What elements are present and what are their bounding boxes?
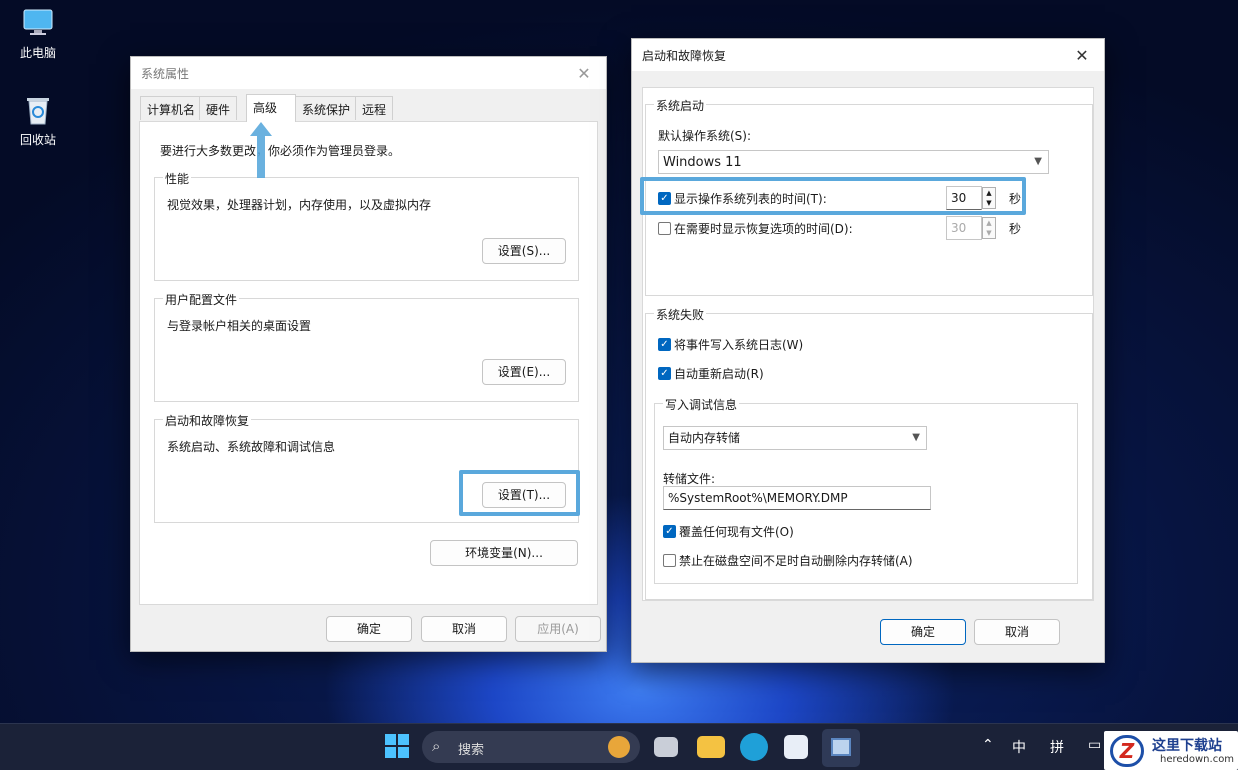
group-description: 与登录帐户相关的桌面设置 (167, 319, 312, 333)
watermark: Z 这里下载站 heredown.com (1104, 731, 1238, 770)
tab-computer-name[interactable]: 计算机名 (140, 96, 203, 120)
windows-logo-icon (385, 734, 409, 758)
close-icon[interactable]: ✕ (1070, 46, 1094, 65)
apply-button[interactable]: 应用(A) (515, 616, 601, 642)
system-properties-dialog: 系统属性 ✕ 计算机名 硬件 高级 系统保护 远程 要进行大多数更改，你必须作为… (130, 56, 607, 652)
dialog-title: 启动和故障恢复 (642, 48, 727, 63)
task-view-icon[interactable] (654, 737, 678, 757)
chevron-up-icon[interactable]: ⌃ (982, 737, 994, 753)
search-icon: ⌕ (432, 737, 441, 755)
performance-settings-button[interactable]: 设置(S)... (482, 238, 566, 264)
arrow-up-annotation (250, 122, 272, 178)
monitor-icon (831, 738, 851, 756)
seconds-unit: 秒 (1009, 222, 1022, 236)
show-recovery-seconds-input[interactable]: 30 (946, 216, 982, 240)
overwrite-checkbox[interactable]: ✓ (663, 525, 676, 538)
show-recovery-checkbox[interactable] (658, 222, 671, 235)
debug-info-group: 写入调试信息 自动内存转储 ▼ 转储文件: %SystemRoot%\MEMOR… (654, 396, 1078, 584)
recycle-bin-icon (22, 95, 54, 125)
ime-pinyin-indicator[interactable]: 拼 (1050, 737, 1064, 757)
performance-group: 性能 视觉效果，处理器计划，内存使用，以及虚拟内存 设置(S)... (154, 170, 579, 281)
system-properties-app-icon[interactable] (822, 729, 860, 767)
watermark-url: heredown.com (1160, 754, 1235, 765)
store-icon[interactable] (784, 735, 808, 759)
start-button[interactable] (384, 733, 412, 761)
user-profiles-settings-button[interactable]: 设置(E)... (482, 359, 566, 385)
system-failure-group: 系统失败 ✓ 将事件写入系统日志(W) ✓ 自动重新启动(R) 写入调试信息 自… (645, 306, 1093, 600)
watermark-title: 这里下载站 (1152, 738, 1222, 754)
desktop-icon-label: 此电脑 (19, 46, 56, 60)
tab-advanced[interactable]: 高级 (246, 94, 296, 122)
ok-button[interactable]: 确定 (880, 619, 966, 645)
search-placeholder: 搜索 (458, 743, 485, 758)
dialog-title: 系统属性 (141, 66, 190, 81)
taskbar: ⌕ 搜索 ⌃ 中 拼 ▭ (0, 723, 1238, 770)
dump-file-label: 转储文件: (663, 472, 716, 486)
debug-info-select[interactable]: 自动内存转储 ▼ (663, 426, 927, 450)
cancel-button[interactable]: 取消 (421, 616, 507, 642)
watermark-logo-icon: Z (1110, 735, 1144, 767)
group-label: 启动和故障恢复 (163, 412, 252, 429)
advanced-panel: 要进行大多数更改，你必须作为管理员登录。 性能 视觉效果，处理器计划，内存使用，… (139, 121, 598, 605)
group-description: 系统启动、系统故障和调试信息 (167, 440, 336, 454)
chevron-down-icon: ▼ (912, 432, 920, 443)
desktop-icon-label: 回收站 (19, 133, 56, 147)
group-label: 性能 (163, 170, 192, 187)
close-icon[interactable]: ✕ (572, 64, 596, 83)
write-event-label: 将事件写入系统日志(W) (674, 338, 804, 352)
display-icon[interactable]: ▭ (1088, 737, 1101, 753)
write-event-checkbox[interactable]: ✓ (658, 338, 671, 351)
ime-mode-indicator[interactable]: 中 (1012, 737, 1026, 757)
desktop-icon-this-pc[interactable]: 此电脑 (8, 8, 68, 61)
ok-button[interactable]: 确定 (326, 616, 412, 642)
startup-body-panel: 系统启动 默认操作系统(S): Windows 11 ▼ ✓ 显示操作系统列表的… (642, 87, 1094, 601)
group-description: 视觉效果，处理器计划，内存使用，以及虚拟内存 (167, 198, 432, 212)
disable-auto-delete-label: 禁止在磁盘空间不足时自动删除内存转储(A) (679, 554, 913, 568)
auto-restart-checkbox[interactable]: ✓ (658, 367, 671, 380)
edge-browser-icon[interactable] (740, 733, 768, 761)
chevron-down-icon: ▼ (1034, 156, 1042, 167)
startup-settings-highlight (459, 470, 580, 516)
search-highlight-icon (608, 736, 630, 758)
select-value: 自动内存转储 (668, 431, 741, 445)
tab-system-protection[interactable]: 系统保护 (295, 96, 358, 120)
disable-auto-delete-checkbox[interactable] (663, 554, 676, 567)
spin-up-icon[interactable]: ▲ (983, 218, 995, 228)
group-label: 系统启动 (654, 97, 707, 114)
computer-icon (22, 8, 54, 38)
file-explorer-icon[interactable] (697, 736, 725, 758)
taskbar-search-box[interactable]: ⌕ 搜索 (422, 731, 640, 763)
group-label: 用户配置文件 (163, 291, 240, 308)
desktop-icon-recycle-bin[interactable]: 回收站 (8, 95, 68, 148)
group-label: 系统失败 (654, 306, 707, 323)
tab-hardware[interactable]: 硬件 (199, 96, 238, 120)
titlebar[interactable]: 系统属性 ✕ (131, 57, 606, 89)
auto-restart-label: 自动重新启动(R) (674, 367, 764, 381)
show-recovery-label: 在需要时显示恢复选项的时间(D): (674, 222, 853, 236)
spin-down-icon[interactable]: ▼ (983, 228, 995, 238)
show-recovery-spinner[interactable]: ▲ ▼ (982, 217, 996, 239)
tab-remote[interactable]: 远程 (355, 96, 394, 120)
environment-variables-button[interactable]: 环境变量(N)... (430, 540, 578, 566)
overwrite-label: 覆盖任何现有文件(O) (679, 525, 794, 539)
show-os-list-highlight (640, 177, 1026, 215)
default-os-label: 默认操作系统(S): (658, 129, 752, 143)
admin-note: 要进行大多数更改，你必须作为管理员登录。 (160, 144, 401, 158)
group-label: 写入调试信息 (663, 396, 740, 413)
titlebar[interactable]: 启动和故障恢复 ✕ (632, 39, 1104, 71)
cancel-button[interactable]: 取消 (974, 619, 1060, 645)
select-value: Windows 11 (663, 155, 742, 170)
dump-file-input[interactable]: %SystemRoot%\MEMORY.DMP (663, 486, 931, 510)
user-profiles-group: 用户配置文件 与登录帐户相关的桌面设置 设置(E)... (154, 291, 579, 402)
startup-recovery-dialog: 启动和故障恢复 ✕ 系统启动 默认操作系统(S): Windows 11 ▼ ✓… (631, 38, 1105, 663)
default-os-select[interactable]: Windows 11 ▼ (658, 150, 1049, 174)
